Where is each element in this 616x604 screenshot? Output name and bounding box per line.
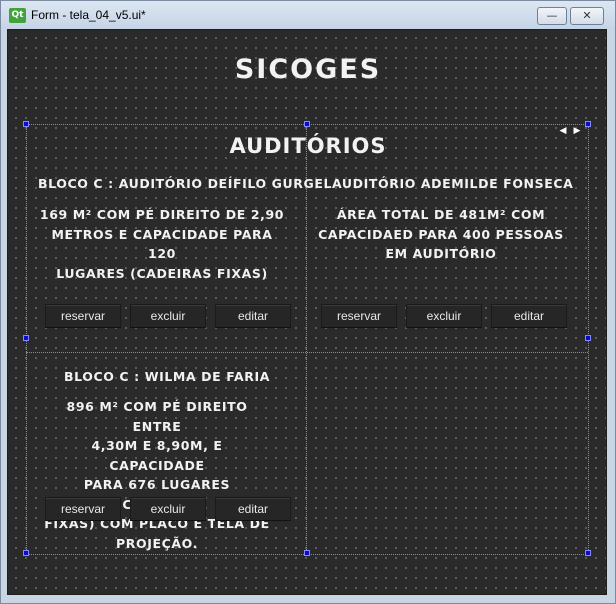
card-3-desc-line: 4,30M E 8,90M, E CAPACIDADE (91, 438, 223, 473)
selection-handle-middle-right[interactable] (585, 335, 591, 341)
card-3-title: BLOCO C : WILMA DE FARIA (64, 369, 270, 384)
card-1-excluir-button[interactable]: excluir (130, 304, 206, 328)
card-1-title: BLOCO C : AUDITÓRIO DEÍFILO GURGEL (38, 176, 333, 191)
card-2-editar-button[interactable]: editar (491, 304, 567, 328)
selection-handle-middle-left[interactable] (23, 335, 29, 341)
card-2-desc-line: CAPACIDAED PARA 400 PESSOAS (318, 226, 564, 242)
card-2-desc-line: EM AUDITÓRIO (385, 246, 497, 261)
card-3-description: 896 M² COM PÉ DIREITO ENTRE 4,30M E 8,90… (44, 397, 270, 553)
card-1-desc-line: LUGARES (CADEIRAS FIXAS) (56, 265, 268, 281)
card-2-description: ÁREA TOTAL DE 481M² COM CAPACIDAED PARA … (312, 205, 570, 264)
selection-handle-bottom-left[interactable] (23, 550, 29, 556)
qt-logo-icon: Qt (9, 8, 26, 23)
selection-handle-bottom-right[interactable] (585, 550, 591, 556)
selection-handle-top-center[interactable] (304, 121, 310, 127)
card-1-desc-line: 169 M² COM PÉ DIREITO DE 2,90 (39, 207, 285, 222)
title-bar[interactable]: Qt Form - tela_04_v5.ui* — ✕ (1, 1, 615, 29)
app-title: SICOGES (234, 54, 382, 85)
card-2-reservar-button[interactable]: reservar (321, 304, 397, 328)
minimize-button[interactable]: — (537, 7, 567, 25)
grid-divider-horizontal (26, 352, 588, 353)
selection-handle-top-right[interactable] (585, 121, 591, 127)
card-3-excluir-button[interactable]: excluir (130, 497, 206, 521)
card-1-description: 169 M² COM PÉ DIREITO DE 2,90 METROS E C… (36, 205, 288, 283)
card-3-reservar-button[interactable]: reservar (45, 497, 121, 521)
form-canvas: SICOGES ◀ ▶ AUDITÓRIOS BLOCO C : AUDITÓR… (7, 29, 607, 595)
selection-handle-bottom-center[interactable] (304, 550, 310, 556)
card-1-reservar-button[interactable]: reservar (45, 304, 121, 328)
card-3-desc-line: PROJEÇÃO. (116, 535, 198, 551)
card-3-desc-line: 896 M² COM PÉ DIREITO ENTRE (66, 399, 248, 434)
card-2-excluir-button[interactable]: excluir (406, 304, 482, 328)
selection-handle-top-left[interactable] (23, 121, 29, 127)
card-1-desc-line: METROS E CAPACIDADE PARA 120 (51, 226, 273, 262)
card-3-editar-button[interactable]: editar (215, 497, 291, 521)
card-1-editar-button[interactable]: editar (215, 304, 291, 328)
section-title: AUDITÓRIOS (229, 134, 387, 158)
card-2-title: AUDITÓRIO ADEMILDE FONSECA (332, 176, 574, 191)
window-title: Form - tela_04_v5.ui* (31, 8, 146, 22)
close-button[interactable]: ✕ (570, 7, 604, 25)
card-2-desc-line: ÁREA TOTAL DE 481M² COM (336, 207, 546, 222)
designer-window: Qt Form - tela_04_v5.ui* — ✕ SICOGES ◀ ▶… (0, 0, 616, 604)
